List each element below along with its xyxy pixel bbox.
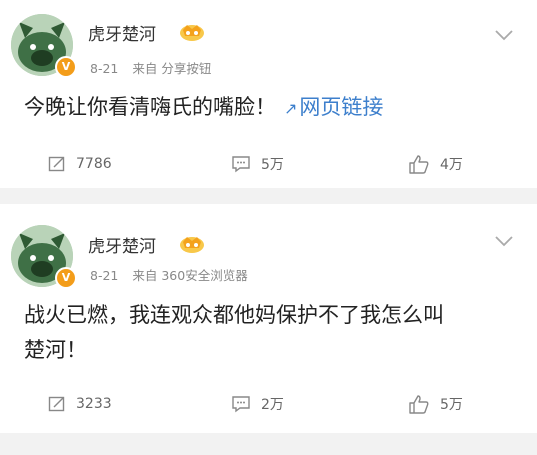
post-meta: 8-21 来自 360安全浏览器 — [90, 265, 248, 284]
post-text-line-1: 战火已燃，我连观众都他妈保护不了我怎么叫 — [24, 303, 444, 327]
repost-button[interactable]: 7786 — [48, 152, 112, 176]
repost-count: 7786 — [76, 156, 112, 172]
repost-icon — [48, 396, 65, 412]
chevron-down-icon[interactable] — [494, 28, 514, 42]
repost-button[interactable]: 3233 — [48, 392, 112, 416]
like-button[interactable]: 5万 — [408, 392, 463, 416]
post-text-line-2: 楚河！ — [24, 338, 87, 362]
chevron-down-icon[interactable] — [494, 234, 514, 248]
post-source: 来自 360安全浏览器 — [132, 268, 248, 283]
weibo-post-1: V 虎牙楚河 8-21 来自 分享按钮 今晚让你看清嗨氏的嘴脸！ ↗网页链接 77… — [0, 0, 537, 188]
post-actions: 7786 5万 4万 — [0, 152, 537, 176]
crown-icon[interactable] — [178, 234, 206, 254]
verified-badge-icon: V — [55, 56, 77, 78]
repost-icon — [48, 156, 65, 172]
repost-count: 3233 — [76, 396, 112, 412]
link-icon: ↗ — [284, 99, 298, 118]
thumbs-up-icon — [409, 395, 429, 414]
author-name[interactable]: 虎牙楚河 — [88, 232, 156, 257]
thumbs-up-icon — [409, 155, 429, 174]
like-count: 5万 — [440, 397, 463, 413]
comment-button[interactable]: 5万 — [231, 152, 284, 176]
comment-icon — [232, 396, 250, 413]
comment-count: 2万 — [261, 397, 284, 413]
comment-count: 5万 — [261, 157, 284, 173]
like-count: 4万 — [440, 157, 463, 173]
like-button[interactable]: 4万 — [408, 152, 463, 176]
crown-icon[interactable] — [178, 22, 206, 42]
post-text-content: 今晚让你看清嗨氏的嘴脸！ — [24, 95, 276, 119]
weibo-post-2: V 虎牙楚河 8-21 来自 360安全浏览器 战火已燃，我连观众都他妈保护不了… — [0, 204, 537, 433]
web-link-label[interactable]: 网页链接 — [299, 95, 383, 119]
author-name[interactable]: 虎牙楚河 — [88, 20, 156, 45]
web-link[interactable]: ↗网页链接 — [284, 95, 383, 119]
post-time[interactable]: 8-21 — [90, 268, 118, 283]
verified-badge-icon: V — [55, 267, 77, 289]
post-meta: 8-21 来自 分享按钮 — [90, 58, 211, 77]
post-source: 来自 分享按钮 — [132, 61, 212, 76]
comment-button[interactable]: 2万 — [231, 392, 284, 416]
post-time[interactable]: 8-21 — [90, 61, 118, 76]
comment-icon — [232, 156, 250, 173]
post-text: 战火已燃，我连观众都他妈保护不了我怎么叫 楚河！ — [24, 298, 524, 368]
post-text: 今晚让你看清嗨氏的嘴脸！ ↗网页链接 — [24, 90, 383, 126]
post-actions: 3233 2万 5万 — [0, 392, 537, 416]
